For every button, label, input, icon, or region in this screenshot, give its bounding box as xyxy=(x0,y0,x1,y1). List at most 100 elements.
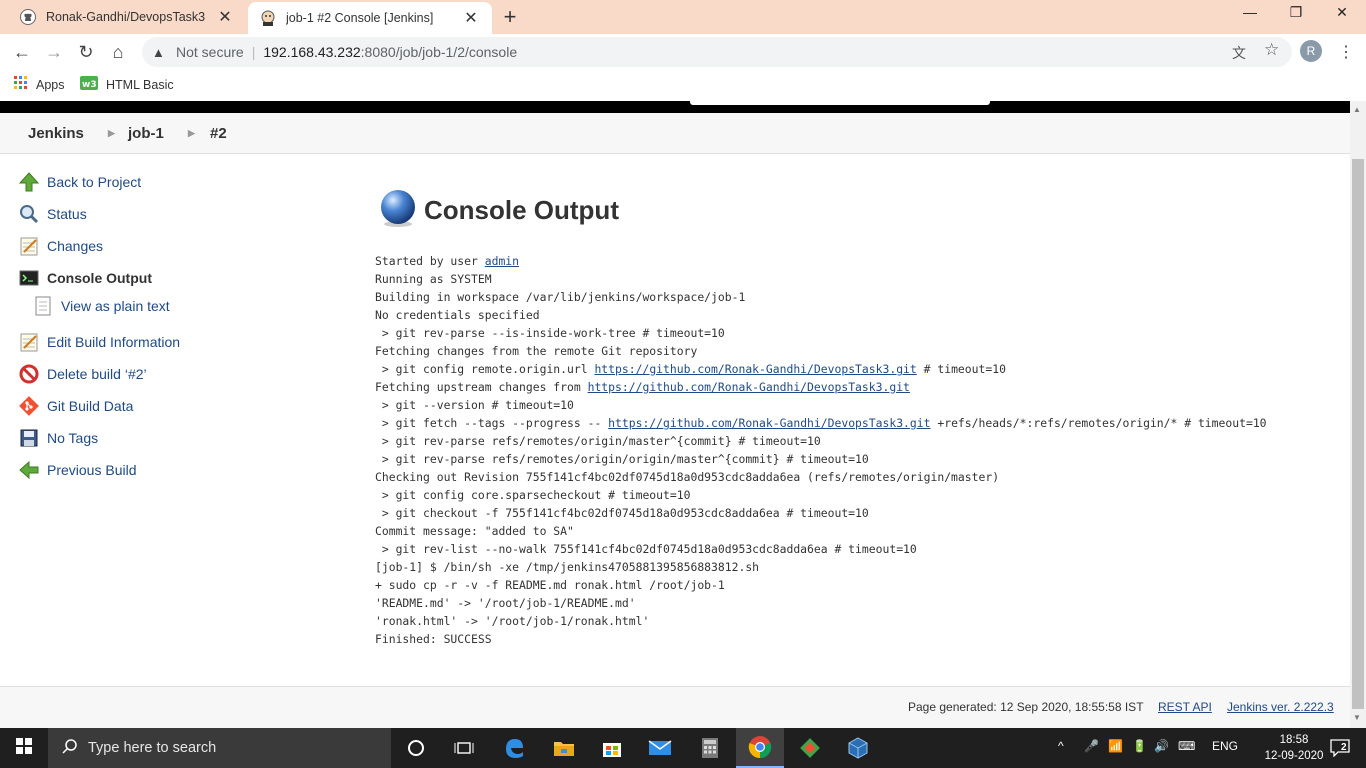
calculator-icon[interactable] xyxy=(686,728,734,768)
browser-toolbar: ← → ↻ ⌂ ▲ Not secure | 192.168.43.232:80… xyxy=(0,34,1366,70)
rest-api-link[interactable]: REST API xyxy=(1158,700,1212,714)
chevron-right-icon[interactable]: ▶ xyxy=(108,128,115,139)
close-tab-icon[interactable]: ✕ xyxy=(216,7,234,27)
apps-grid-icon xyxy=(14,76,28,93)
github-icon xyxy=(20,9,36,25)
clock[interactable]: 18:58 12-09-2020 xyxy=(1262,732,1326,764)
jenkins-version-link[interactable]: Jenkins ver. 2.222.3 xyxy=(1227,700,1334,714)
gitkraken-icon[interactable] xyxy=(786,728,834,768)
repo-link[interactable]: https://github.com/Ronak-Gandhi/DevopsTa… xyxy=(588,380,910,394)
task-changes[interactable]: Changes xyxy=(18,235,103,257)
repo-link[interactable]: https://github.com/Ronak-Gandhi/DevopsTa… xyxy=(594,362,916,376)
notepad-icon xyxy=(18,331,40,353)
task-previous-build[interactable]: Previous Build xyxy=(18,459,137,481)
restore-icon[interactable]: ❐ xyxy=(1276,4,1316,21)
task-view-icon[interactable] xyxy=(440,728,488,768)
volume-icon[interactable]: 🔊 xyxy=(1154,739,1169,753)
new-tab-button[interactable]: + xyxy=(498,5,522,29)
minimize-icon[interactable]: — xyxy=(1230,4,1270,20)
task-view-plain-text[interactable]: View as plain text xyxy=(32,295,170,317)
url-path: :8080/job/job-1/2/console xyxy=(360,44,518,60)
clock-time: 18:58 xyxy=(1279,734,1309,746)
file-explorer-icon[interactable] xyxy=(540,728,588,768)
search-placeholder: Type here to search xyxy=(88,740,217,756)
task-delete-build[interactable]: Delete build ‘#2’ xyxy=(18,363,147,385)
store-icon[interactable] xyxy=(588,728,636,768)
blue-ball-icon xyxy=(378,188,418,233)
home-icon[interactable]: ⌂ xyxy=(106,40,130,64)
cortana-icon[interactable] xyxy=(392,728,440,768)
console-text: +refs/heads/*:refs/remotes/origin/* # ti… xyxy=(375,416,1267,646)
windows-taskbar: Type here to search ^ 🎤 📶 🔋 🔊 ⌨ ENG 18:5… xyxy=(0,728,1366,768)
microphone-icon[interactable]: 🎤 xyxy=(1084,739,1099,753)
forward-icon[interactable]: → xyxy=(42,40,66,64)
bookmarks-bar: Apps w3 HTML Basic xyxy=(0,70,1366,98)
battery-icon[interactable]: 🔋 xyxy=(1132,739,1147,753)
url-host: 192.168.43.232 xyxy=(263,44,361,60)
chevron-right-icon[interactable]: ▶ xyxy=(188,128,195,139)
notifications-icon[interactable]: 2 xyxy=(1320,728,1360,768)
close-window-icon[interactable]: ✕ xyxy=(1322,4,1362,21)
warning-icon: ▲ xyxy=(152,44,165,60)
mail-icon[interactable] xyxy=(636,728,684,768)
user-link[interactable]: admin xyxy=(485,254,519,268)
tab-title: job-1 #2 Console [Jenkins] xyxy=(286,11,434,25)
bookmark-star-icon[interactable]: ☆ xyxy=(1264,40,1279,60)
magnifier-icon xyxy=(18,203,40,225)
close-tab-icon[interactable]: ✕ xyxy=(462,8,480,28)
breadcrumb-job[interactable]: job-1 xyxy=(128,125,164,142)
search-box[interactable] xyxy=(690,101,990,105)
breadcrumb-jenkins[interactable]: Jenkins xyxy=(28,125,84,142)
edge-icon[interactable] xyxy=(490,728,538,768)
language-indicator[interactable]: ENG xyxy=(1212,739,1238,753)
page-title: Console Output xyxy=(424,195,619,225)
virtualbox-icon[interactable] xyxy=(834,728,882,768)
task-console-output[interactable]: Console Output xyxy=(18,267,152,289)
task-label: View as plain text xyxy=(61,298,170,314)
tab-title: Ronak-Gandhi/DevopsTask3 xyxy=(46,10,206,24)
scrollbar-thumb[interactable] xyxy=(1352,159,1364,709)
windows-logo-icon xyxy=(16,737,32,759)
bookmark-label: Apps xyxy=(36,77,65,92)
no-entry-icon xyxy=(18,363,40,385)
task-label: Edit Build Information xyxy=(47,334,181,350)
taskbar-search-box[interactable]: Type here to search xyxy=(48,728,391,768)
notification-count: 2 xyxy=(1341,742,1347,753)
translate-icon[interactable]: 文 xyxy=(1232,43,1246,63)
git-icon xyxy=(18,395,40,417)
profile-avatar[interactable]: R xyxy=(1300,40,1322,62)
svg-text:w3: w3 xyxy=(82,80,97,90)
breadcrumb: Jenkins ▶ job-1 ▶ #2 xyxy=(0,113,1350,154)
up-arrow-icon xyxy=(18,171,40,193)
chrome-icon[interactable] xyxy=(736,728,784,768)
back-icon[interactable]: ← xyxy=(10,40,34,64)
address-bar[interactable]: ▲ Not secure | 192.168.43.232:8080/job/j… xyxy=(142,37,1292,67)
not-secure-label[interactable]: Not secure xyxy=(176,44,244,60)
document-icon xyxy=(32,295,54,317)
bookmark-html-basic[interactable]: w3 HTML Basic xyxy=(80,76,174,93)
bookmark-apps[interactable]: Apps xyxy=(14,76,65,93)
breadcrumb-build[interactable]: #2 xyxy=(210,125,227,142)
scrollbar[interactable]: ▲ ▼ xyxy=(1350,101,1366,728)
wifi-icon[interactable]: 📶 xyxy=(1108,739,1123,753)
keyboard-icon[interactable]: ⌨ xyxy=(1178,739,1195,753)
task-git-build-data[interactable]: Git Build Data xyxy=(18,395,133,417)
clock-date: 12-09-2020 xyxy=(1264,750,1324,762)
tray-chevron-icon[interactable]: ^ xyxy=(1058,739,1064,753)
scroll-down-icon[interactable]: ▼ xyxy=(1353,713,1361,722)
left-arrow-icon xyxy=(18,459,40,481)
task-back-to-project[interactable]: Back to Project xyxy=(18,171,141,193)
start-button[interactable] xyxy=(0,728,48,768)
floppy-icon xyxy=(18,427,40,449)
scroll-up-icon[interactable]: ▲ xyxy=(1353,105,1361,114)
task-label: No Tags xyxy=(47,430,99,446)
browser-tab-jenkins[interactable]: job-1 #2 Console [Jenkins] ✕ xyxy=(248,2,492,34)
task-status[interactable]: Status xyxy=(18,203,87,225)
menu-icon[interactable]: ⋮ xyxy=(1338,42,1354,62)
reload-icon[interactable]: ↻ xyxy=(74,40,98,64)
browser-tab-github[interactable]: Ronak-Gandhi/DevopsTask3 ✕ xyxy=(8,0,246,34)
task-edit-build-information[interactable]: Edit Build Information xyxy=(18,331,180,353)
task-no-tags[interactable]: No Tags xyxy=(18,427,98,449)
repo-link[interactable]: https://github.com/Ronak-Gandhi/DevopsTa… xyxy=(608,416,930,430)
task-label: Git Build Data xyxy=(47,398,134,414)
